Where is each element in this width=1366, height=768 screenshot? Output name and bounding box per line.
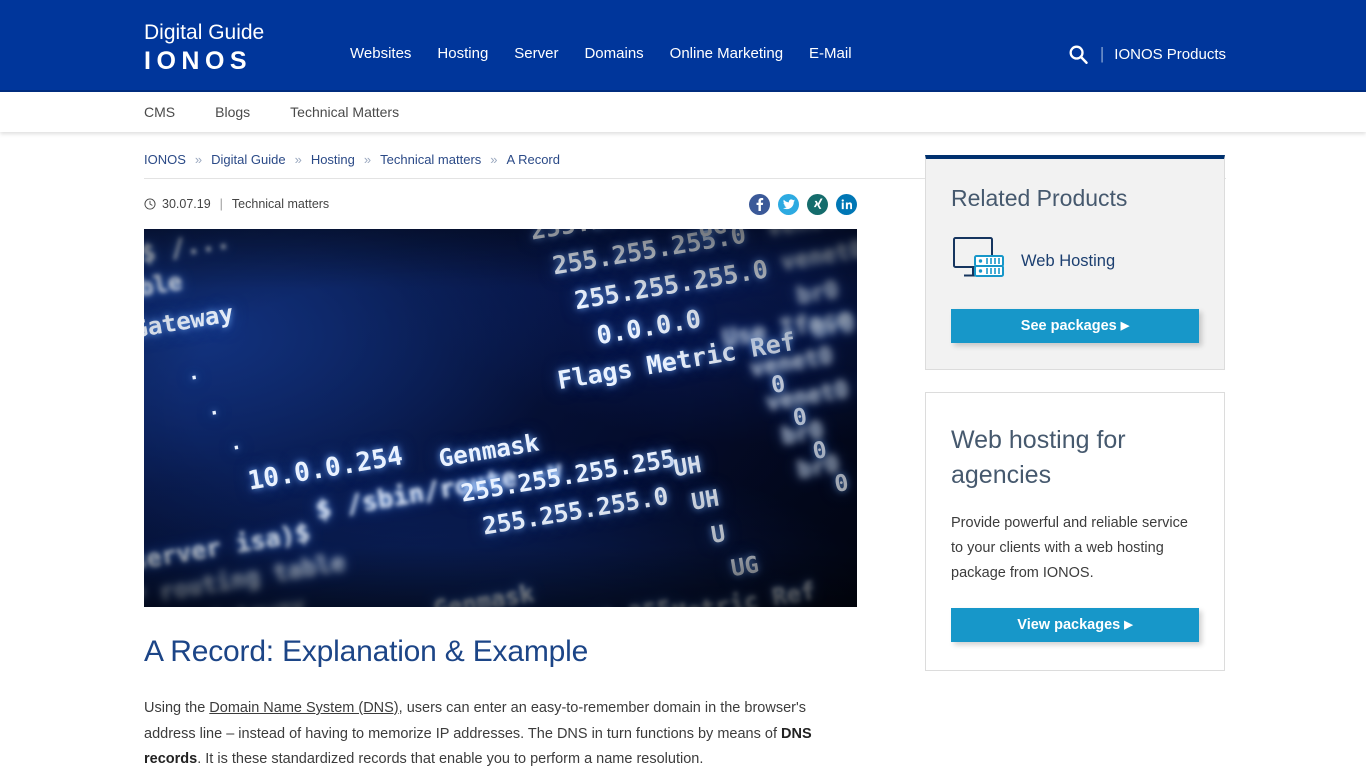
see-packages-label: See packages [1020,318,1117,334]
hero-terminal-text: II AA ..... server isa)$ /... routing ta… [144,229,857,607]
related-products-card: Related Products Web Hosting See package… [925,155,1225,370]
related-product-item[interactable]: Web Hosting [951,233,1199,289]
see-packages-button[interactable]: See packages ▶ [951,309,1199,343]
paragraph-text-3: . It is these standardized records that … [197,751,704,767]
breadcrumb-separator: » [490,152,498,167]
caret-right-icon: ▶ [1124,618,1133,631]
nav-item-online-marketing[interactable]: Online Marketing [670,44,783,64]
breadcrumb-separator: » [363,152,372,167]
article-meta-left: 30.07.19 | Technical matters [144,197,329,211]
nav-item-websites[interactable]: Websites [350,44,411,64]
site-header: Digital Guide IONOS Websites Hosting Ser… [0,0,1366,92]
site-logo[interactable]: Digital Guide IONOS [144,17,344,76]
sidebar: Related Products Web Hosting See package… [925,152,1225,768]
linkedin-share-icon[interactable] [836,193,857,215]
main-content-column: IONOS » Digital Guide » Hosting » Techni… [144,152,1226,768]
subnav-item-technical-matters[interactable]: Technical Matters [290,104,399,120]
view-packages-label: View packages [1017,617,1121,633]
paragraph-text-1: Using the [144,700,210,716]
web-hosting-icon [951,235,1007,288]
subnav-item-blogs[interactable]: Blogs [215,104,250,120]
article-meta-row: 30.07.19 | Technical matters [144,193,857,215]
breadcrumb-separator: » [294,152,302,167]
breadcrumb-item-technical-matters[interactable]: Technical matters [380,152,481,167]
meta-divider: | [219,197,223,211]
header-utility-area: | IONOS Products [1068,27,1226,65]
nav-item-domains[interactable]: Domains [584,44,643,64]
breadcrumb-item-a-record: A Record [506,152,560,167]
dns-link[interactable]: Domain Name System (DNS) [209,700,398,716]
related-product-name: Web Hosting [1021,251,1116,270]
view-packages-button[interactable]: View packages ▶ [951,608,1199,642]
page-container: IONOS » Digital Guide » Hosting » Techni… [0,132,1366,768]
breadcrumb-item-hosting[interactable]: Hosting [311,152,355,167]
related-products-title: Related Products [951,185,1128,211]
page-title: A Record: Explanation & Example [144,635,589,668]
article-intro-paragraph: Using the Domain Name System (DNS), user… [144,696,834,768]
breadcrumb-separator: » [194,152,203,167]
breadcrumb-item-digital-guide[interactable]: Digital Guide [211,152,285,167]
article-hero-image: II AA ..... server isa)$ /... routing ta… [144,229,857,607]
header-divider: | [1099,44,1105,63]
logo-digital-guide-text: Digital Guide [144,20,265,44]
article-date: 30.07.19 [162,197,211,211]
article-category: Technical matters [231,197,330,211]
ionos-products-link[interactable]: IONOS Products [1114,46,1226,63]
agency-promo-card: Web hosting for agencies Provide powerfu… [925,392,1225,671]
social-share-group [749,193,857,215]
logo-ionos-text: IONOS [144,46,253,75]
nav-item-email[interactable]: E-Mail [809,44,852,64]
xing-share-icon[interactable] [807,193,828,215]
search-icon[interactable] [1068,43,1090,65]
secondary-navigation: CMS Blogs Technical Matters [0,92,1366,132]
twitter-share-icon[interactable] [778,193,799,215]
main-navigation: Websites Hosting Server Domains Online M… [350,28,852,64]
agency-promo-title: Web hosting for agencies [951,426,1126,489]
nav-item-hosting[interactable]: Hosting [437,44,488,64]
nav-item-server[interactable]: Server [514,44,558,64]
subnav-item-cms[interactable]: CMS [144,104,175,120]
breadcrumb-item-ionos[interactable]: IONOS [144,152,186,167]
clock-icon [144,198,156,210]
facebook-share-icon[interactable] [749,193,770,215]
caret-right-icon: ▶ [1120,319,1130,332]
agency-promo-text: Provide powerful and reliable service to… [951,515,1188,581]
